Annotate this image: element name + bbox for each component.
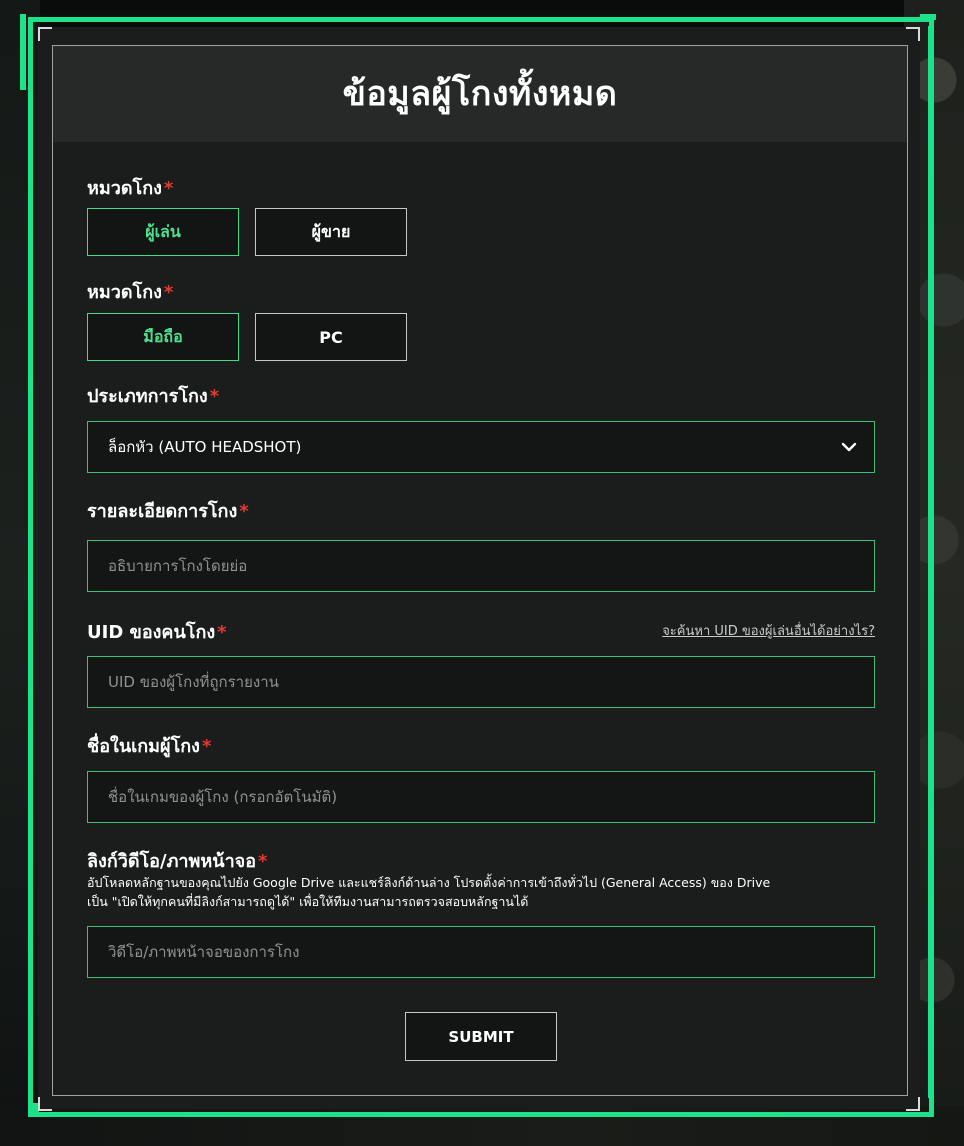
option-pc[interactable]: PC	[255, 313, 407, 361]
submit-button[interactable]: SUBMIT	[405, 1012, 557, 1061]
details-input[interactable]: อธิบายการโกงโดยย่อ	[87, 540, 875, 592]
required-asterisk: *	[217, 622, 227, 643]
corner-bottom-left	[38, 1097, 52, 1111]
frame-accent-right	[928, 26, 934, 1098]
cheat-type-label: ประเภทการโกง *	[87, 386, 220, 407]
uid-input[interactable]: UID ของผู้โกงที่ถูกรายงาน	[87, 656, 875, 708]
evidence-note-line2: เป็น "เปิดให้ทุกคนที่มีลิงก์สามารถดูได้"…	[87, 894, 529, 909]
left-accent-bar	[20, 14, 26, 90]
required-asterisk: *	[201, 736, 212, 757]
cheat-type-value: ล็อกหัว (AUTO HEADSHOT)	[108, 438, 302, 456]
page-title: ข้อมูลผู้โกงทั้งหมด	[342, 74, 618, 114]
ingame-name-input[interactable]: ชื่อในเกมของผู้โกง (กรอกอัตโนมัติ)	[87, 771, 875, 823]
required-asterisk: *	[209, 386, 220, 407]
uid-help-link[interactable]: จะค้นหา UID ของผู้เล่นอื่นได้อย่างไร?	[662, 620, 875, 641]
ingame-name-label: ชื่อในเกมผู้โกง *	[87, 736, 212, 757]
option-seller[interactable]: ผู้ขาย	[255, 208, 407, 256]
category2-label: หมวดโกง *	[87, 282, 174, 303]
cheat-type-select[interactable]: ล็อกหัว (AUTO HEADSHOT)	[87, 421, 875, 473]
evidence-input[interactable]: วิดีโอ/ภาพหน้าจอของการโกง	[87, 926, 875, 978]
required-asterisk: *	[239, 501, 249, 522]
corner-bottom-right	[906, 1097, 920, 1111]
option-mobile[interactable]: มือถือ	[87, 313, 239, 361]
required-asterisk: *	[163, 178, 174, 199]
required-asterisk: *	[163, 282, 174, 303]
corner-top-right	[906, 27, 920, 41]
uid-label: UID ของคนโกง *	[87, 622, 227, 643]
option-player[interactable]: ผู้เล่น	[87, 208, 239, 256]
evidence-note: อัปโหลดหลักฐานของคุณไปยัง Google Drive แ…	[87, 873, 877, 911]
chevron-down-icon	[840, 438, 858, 456]
corner-top-left	[38, 27, 52, 41]
category1-label: หมวดโกง *	[87, 178, 174, 199]
required-asterisk: *	[258, 851, 268, 872]
evidence-note-line1: อัปโหลดหลักฐานของคุณไปยัง Google Drive แ…	[87, 875, 771, 890]
evidence-label: ลิงก์วิดีโอ/ภาพหน้าจอ *	[87, 851, 268, 872]
details-label: รายละเอียดการโกง *	[87, 501, 249, 522]
frame-accent-top-right	[920, 14, 936, 20]
